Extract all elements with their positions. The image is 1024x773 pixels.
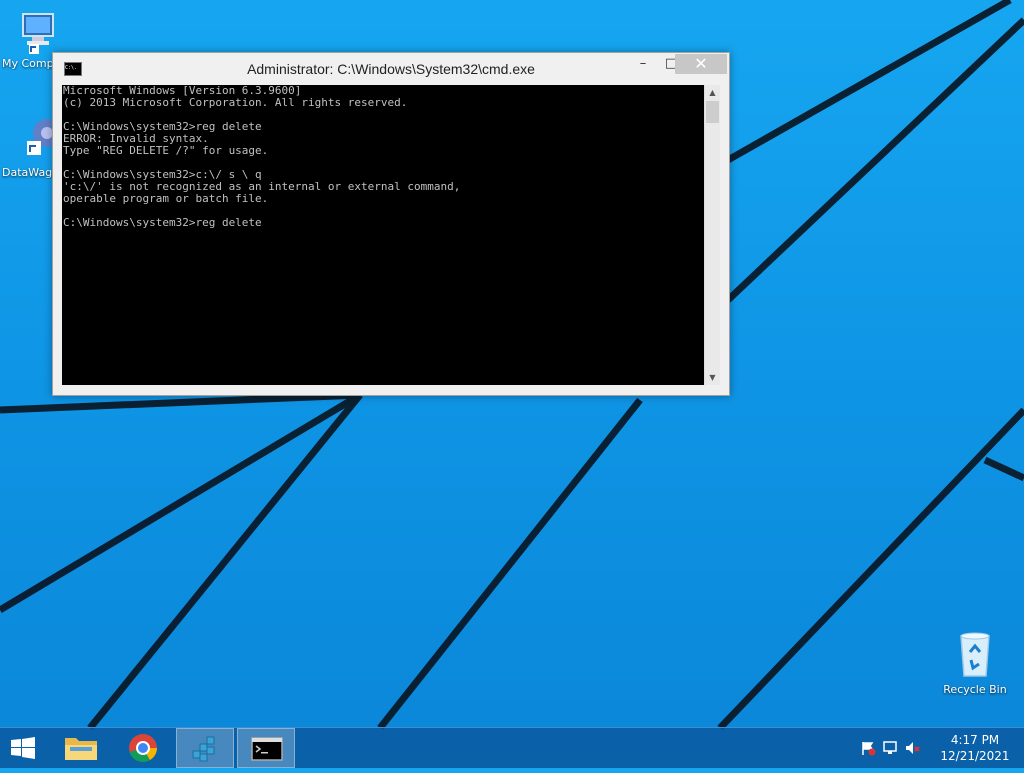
title-bar[interactable]: C:\. Administrator: C:\Windows\System32\… [53,53,729,85]
network-icon[interactable] [882,740,898,756]
scrollbar-thumb[interactable] [706,101,719,123]
clock[interactable]: 4:17 PM 12/21/2021 [940,732,1010,764]
console-line: operable program or batch file. [63,192,269,205]
console-line: Type "REG DELETE /?" for usage. [63,144,269,157]
command-prompt-icon [251,737,283,761]
start-button[interactable] [0,728,58,768]
system-tray: 4:17 PM 12/21/2021 [854,728,1024,768]
cmd-window[interactable]: C:\. Administrator: C:\Windows\System32\… [52,52,730,396]
desktop-icon-label: Recycle Bin [943,683,1007,696]
console-prompt-line[interactable]: C:\Windows\system32>reg delete [62,217,704,229]
taskbar-command-prompt[interactable] [237,728,295,768]
scroll-up-icon[interactable]: ▲ [705,85,720,100]
clock-time: 4:17 PM [950,733,1000,747]
action-center-flag-icon[interactable] [860,740,876,756]
taskbar-registry-editor[interactable] [176,728,234,768]
console-output[interactable]: Microsoft Windows [Version 6.3.9600] (c)… [62,85,704,385]
clock-date: 12/21/2021 [940,749,1010,763]
folder-icon [65,738,97,760]
registry-editor-icon [192,736,215,762]
close-button[interactable]: ✕ [675,54,727,74]
scroll-down-icon[interactable]: ▼ [705,370,720,385]
computer-icon [22,13,54,54]
taskbar-chrome[interactable] [114,728,172,768]
chrome-icon [129,734,157,762]
window-title: Administrator: C:\Windows\System32\cmd.e… [247,61,535,77]
recycle-bin-icon [960,632,990,677]
taskbar: 4:17 PM 12/21/2021 [0,727,1024,768]
minimize-button[interactable]: – [629,54,657,74]
windows-logo-icon [11,737,35,759]
desktop-icon-recycle-bin[interactable]: Recycle Bin [940,630,1010,696]
vertical-scrollbar[interactable]: ▲ ▼ [704,85,720,385]
console-line: (c) 2013 Microsoft Corporation. All righ… [63,96,408,109]
taskbar-file-explorer[interactable] [52,728,110,768]
volume-muted-icon[interactable] [904,740,920,756]
